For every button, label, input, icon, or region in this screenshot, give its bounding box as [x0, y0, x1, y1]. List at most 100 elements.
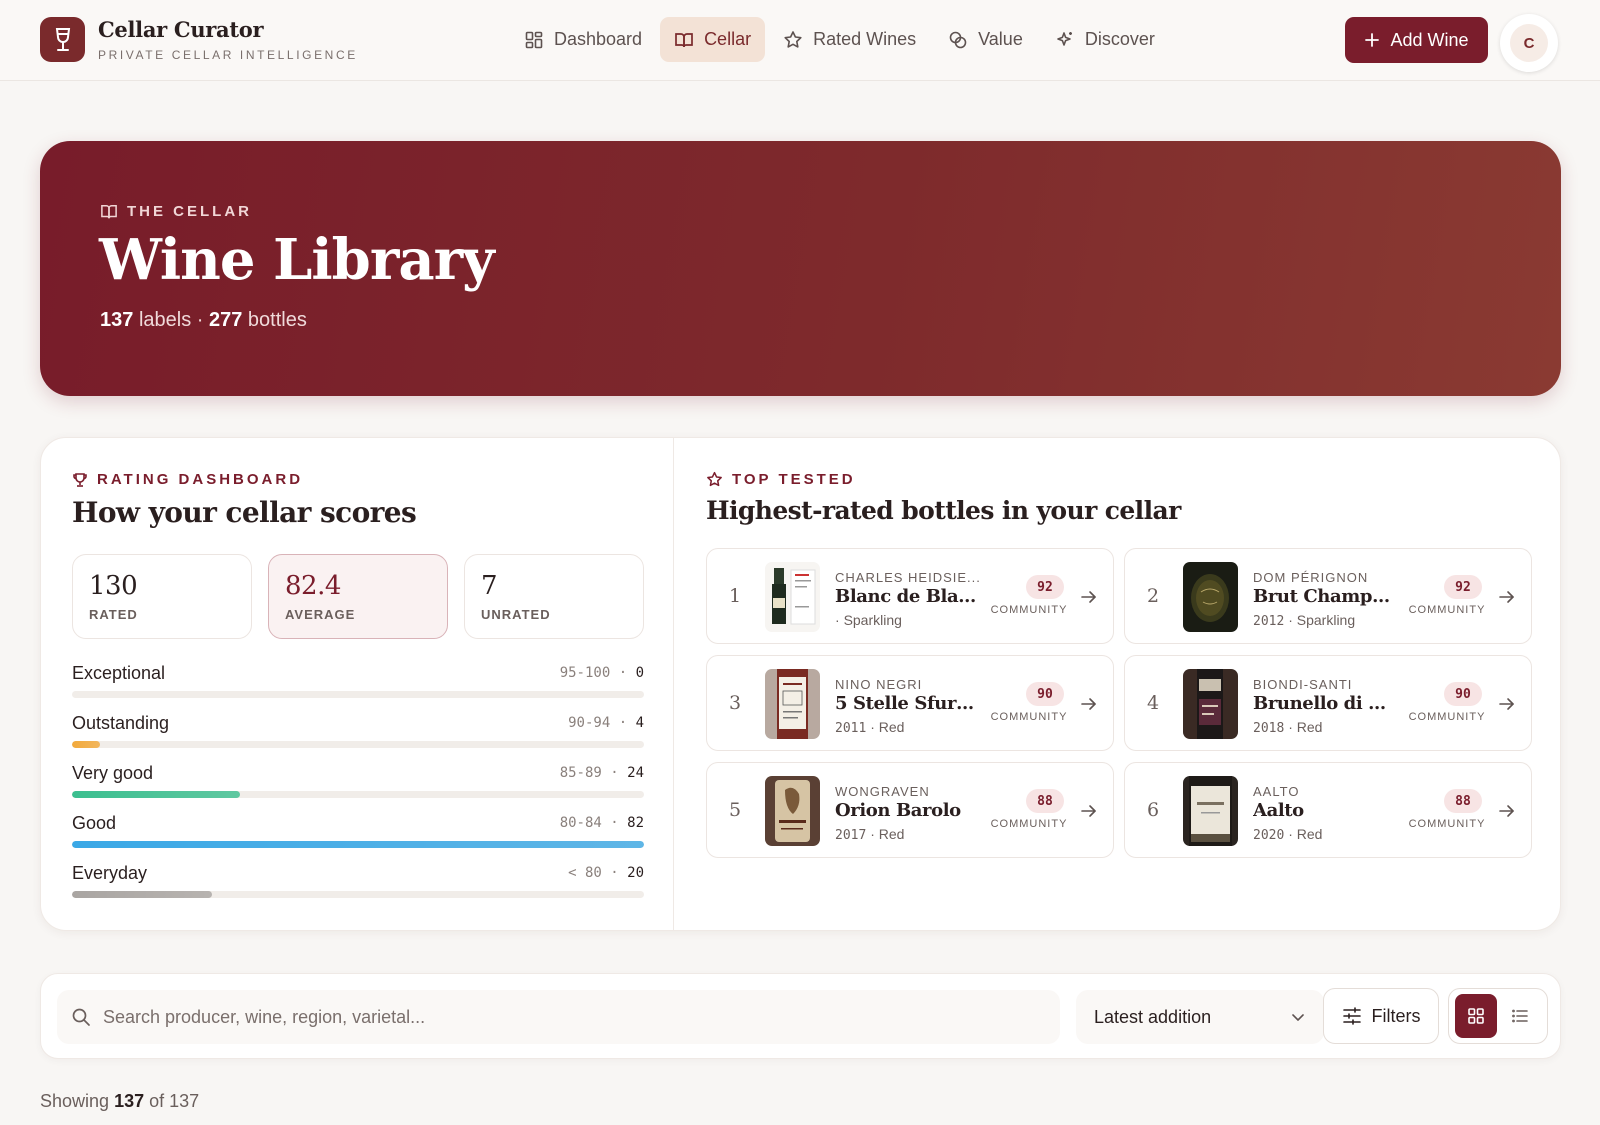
wine-type: Sparkling [843, 612, 902, 628]
rating-title: How your cellar scores [72, 496, 417, 529]
rating-dashboard: RATING DASHBOARD How your cellar scores … [41, 438, 674, 930]
nav-cellar-label: Cellar [704, 29, 752, 49]
stat-value: 82.4 [285, 571, 341, 601]
wine-producer: NINO NEGRI [835, 677, 923, 692]
wine-year: 2017 [835, 828, 867, 843]
nav-dashboard[interactable]: Dashboard [510, 17, 656, 62]
nav-value[interactable]: Value [934, 17, 1037, 62]
wine-card[interactable]: 5 WONGRAVEN Orion Barolo 2017 · Red 88 C… [706, 762, 1114, 858]
score-badge: 90 [1444, 682, 1482, 706]
main-nav: Dashboard Cellar Rated Wines Value Disco… [510, 17, 1169, 62]
nav-discover[interactable]: Discover [1041, 17, 1169, 62]
band-range-text: 95-100 [559, 665, 611, 681]
top-kicker: TOP TESTED [706, 471, 856, 488]
hero-kicker-text: THE CELLAR [127, 203, 252, 220]
wine-rank: 4 [1147, 692, 1160, 714]
list-view-button[interactable] [1499, 994, 1541, 1038]
wine-producer: DOM PÉRIGNON [1253, 570, 1369, 585]
labels-text: labels [138, 309, 192, 331]
band-track [72, 791, 644, 798]
stat-label: RATED [89, 607, 138, 622]
wine-meta: 2011 · Red [835, 719, 905, 736]
band-count: 24 [627, 765, 644, 781]
sort-select[interactable]: Latest addition [1076, 990, 1324, 1044]
band-row[interactable]: Good 80-84 · 82 [72, 813, 644, 863]
search-icon [72, 1008, 90, 1026]
band-range: 85-89 · 24 [559, 765, 644, 781]
dashboard-card: RATING DASHBOARD How your cellar scores … [40, 437, 1561, 931]
wine-card[interactable]: 1 CHARLES HEIDSIE... Blanc de Blanc... ·… [706, 548, 1114, 644]
band-row[interactable]: Exceptional 95-100 · 0 [72, 663, 644, 713]
band-track [72, 741, 644, 748]
page-title: Wine Library [99, 227, 495, 293]
trophy-icon [73, 472, 87, 487]
wine-type: Red [878, 826, 905, 842]
book-icon [101, 204, 117, 218]
hero-stats: 137 labels · 277 bottles [100, 309, 307, 331]
list-icon [1512, 1009, 1528, 1023]
stat-rated[interactable]: 130 RATED [72, 554, 252, 639]
rating-kicker: RATING DASHBOARD [72, 471, 303, 488]
add-wine-button[interactable]: Add Wine [1345, 17, 1488, 63]
wine-card[interactable]: 2 DOM PÉRIGNON Brut Champa... 2012 · Spa… [1124, 548, 1532, 644]
sparkle-icon [1057, 31, 1072, 46]
search-input[interactable] [103, 1006, 1003, 1028]
nav-cellar[interactable]: Cellar [660, 17, 766, 62]
wine-rank: 1 [729, 585, 742, 607]
band-range: 95-100 · 0 [559, 665, 644, 681]
nav-value-label: Value [978, 29, 1023, 49]
coins-icon [949, 31, 967, 48]
arrow-right-icon[interactable] [1497, 694, 1517, 714]
brand[interactable]: Cellar Curator PRIVATE CELLAR INTELLIGEN… [40, 17, 358, 62]
wine-card[interactable]: 6 AALTO Aalto 2020 · Red 88 COMMUNITY [1124, 762, 1532, 858]
band-row[interactable]: Everyday < 80 · 20 [72, 863, 644, 913]
rating-kicker-text: RATING DASHBOARD [97, 471, 304, 488]
grid-icon [525, 31, 543, 48]
wine-producer: CHARLES HEIDSIE... [835, 570, 981, 585]
filters-button[interactable]: Filters [1323, 988, 1439, 1044]
score-label: COMMUNITY [990, 711, 1068, 723]
arrow-right-icon[interactable] [1079, 801, 1099, 821]
arrow-right-icon[interactable] [1497, 587, 1517, 607]
score-badge: 88 [1026, 789, 1064, 813]
grid-icon [1468, 1008, 1484, 1024]
nav-rated-wines[interactable]: Rated Wines [769, 17, 930, 62]
band-range: 80-84 · 82 [559, 815, 644, 831]
nav-dashboard-label: Dashboard [554, 29, 643, 49]
arrow-right-icon[interactable] [1497, 801, 1517, 821]
bottles-count: 277 [208, 309, 243, 331]
wine-card[interactable]: 3 NINO NEGRI 5 Stelle Sfursat 2011 · Red… [706, 655, 1114, 751]
wine-meta: 2018 · Red [1253, 719, 1323, 736]
band-range: < 80 · 20 [568, 865, 644, 881]
stat-average[interactable]: 82.4 AVERAGE [268, 554, 448, 639]
wine-meta: 2020 · Red [1253, 826, 1323, 843]
search-field[interactable] [57, 990, 1060, 1044]
view-toggle [1448, 988, 1548, 1044]
arrow-right-icon[interactable] [1079, 694, 1099, 714]
book-icon [675, 32, 693, 47]
band-name: Outstanding [72, 713, 170, 733]
band-track [72, 841, 644, 848]
wine-producer: WONGRAVEN [835, 784, 930, 799]
arrow-right-icon[interactable] [1079, 587, 1099, 607]
wine-card[interactable]: 4 BIONDI-SANTI Brunello di Mo... 2018 · … [1124, 655, 1532, 751]
band-fill [72, 841, 644, 848]
nav-rated-wines-label: Rated Wines [813, 29, 917, 49]
wine-type: Red [1296, 719, 1323, 735]
band-row[interactable]: Very good 85-89 · 24 [72, 763, 644, 813]
stat-value: 7 [481, 571, 498, 601]
band-row[interactable]: Outstanding 90-94 · 4 [72, 713, 644, 763]
band-range-text: 90-94 [568, 715, 611, 731]
wine-name: Orion Barolo [835, 800, 961, 821]
avatar[interactable]: C [1500, 14, 1558, 72]
bottles-text: bottles [247, 309, 307, 331]
stat-value: 130 [89, 571, 138, 601]
band-name: Good [72, 813, 117, 833]
score-label: COMMUNITY [1408, 818, 1486, 830]
band-track [72, 691, 644, 698]
grid-view-button[interactable] [1455, 994, 1497, 1038]
brand-subtitle: PRIVATE CELLAR INTELLIGENCE [98, 48, 358, 62]
top-kicker-text: TOP TESTED [732, 471, 856, 488]
star-icon [784, 30, 802, 48]
stat-unrated[interactable]: 7 UNRATED [464, 554, 644, 639]
